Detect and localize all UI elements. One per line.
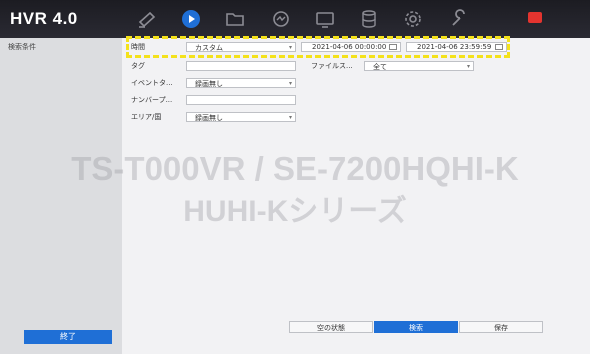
display-icon[interactable] [314, 8, 336, 30]
event-type-select[interactable]: 録画無し ▾ [186, 78, 296, 88]
area-country-select[interactable]: 録画無し ▾ [186, 112, 296, 122]
file-status-label: ファイルス... [311, 62, 353, 70]
event-type-label: イベントタ... [131, 79, 173, 87]
watermark-model: TS-T000VR / SE-7200HQHI-K [71, 150, 519, 187]
playback-icon[interactable] [180, 8, 202, 30]
smart-search-icon[interactable] [270, 8, 292, 30]
sidebar-title: 検索条件 [8, 43, 36, 51]
tag-label: タグ [131, 62, 145, 70]
chevron-down-icon: ▾ [288, 114, 292, 121]
number-plate-input[interactable] [186, 95, 296, 105]
save-button[interactable]: 保存 [459, 321, 543, 333]
area-country-label: エリア/国 [131, 113, 162, 121]
file-status-value: 全て [373, 63, 387, 71]
alert-icon[interactable] [528, 12, 542, 23]
area-country-value: 録画無し [195, 114, 223, 122]
chevron-down-icon: ▾ [288, 80, 292, 87]
settings-icon[interactable] [402, 8, 424, 30]
exit-button[interactable]: 終了 [24, 330, 112, 344]
number-plate-label: ナンバープ... [131, 96, 173, 104]
clear-button[interactable]: 空の状態 [289, 321, 373, 333]
watermark-series: HUHI-Kシリーズ [183, 195, 407, 228]
search-button[interactable]: 検索 [374, 321, 458, 333]
tag-input[interactable] [186, 61, 296, 71]
app-logo: HVR 4.0 [10, 9, 78, 28]
time-range-highlight [126, 36, 510, 58]
live-view-icon[interactable] [136, 8, 158, 30]
file-status-select[interactable]: 全て ▾ [364, 61, 474, 71]
event-type-value: 録画無し [195, 80, 223, 88]
folder-icon[interactable] [224, 8, 246, 30]
maintenance-icon[interactable] [448, 8, 470, 30]
chevron-down-icon: ▾ [466, 63, 470, 70]
storage-icon[interactable] [358, 8, 380, 30]
dvr-search-screen: HVR 4.0 検索条件 終了 時間 カスタム ▾ 2021-04-06 00:… [0, 0, 590, 354]
top-navigation-bar: HVR 4.0 [0, 0, 590, 38]
